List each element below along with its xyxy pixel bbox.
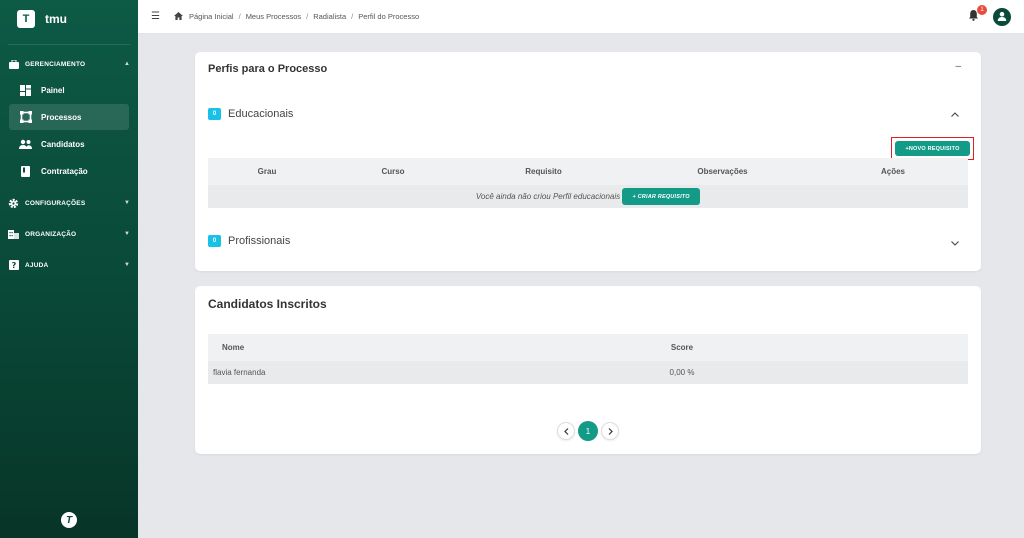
breadcrumb-current: Perfil do Processo (358, 12, 420, 21)
sidebar: T tmu GERENCIAMENTO ▲ Painel Processos C… (0, 0, 138, 538)
process-icon (19, 111, 32, 124)
sidebar-item-painel[interactable]: Painel (9, 77, 129, 103)
sidebar-group-organizacao[interactable]: ORGANIZAÇÃO ▼ (0, 225, 138, 243)
sidebar-item-processos[interactable]: Processos (9, 104, 129, 130)
book-icon (19, 165, 32, 178)
create-requirement-button[interactable]: + CRIAR REQUISITO (622, 188, 701, 205)
breadcrumb-separator: / (351, 12, 354, 21)
topbar: ☰ Página Inicial / Meus Processos / Radi… (138, 0, 1024, 34)
sidebar-item-contratacao[interactable]: Contratação (9, 158, 129, 184)
table-header: Nome Score (208, 334, 968, 361)
next-page-button[interactable] (601, 422, 619, 440)
chevron-down-icon[interactable] (951, 239, 959, 248)
section-educacionais[interactable]: 0 Educacionais (208, 108, 293, 120)
empty-state-text: Você ainda não criou Perfil educacionais (475, 192, 621, 201)
sidebar-item-label: Processos (41, 112, 82, 122)
sidebar-group-gerenciamento[interactable]: GERENCIAMENTO ▲ (0, 55, 138, 73)
sidebar-item-label: Candidatos (41, 139, 85, 149)
column-header-score: Score (670, 343, 694, 352)
sidebar-item-candidatos[interactable]: Candidatos (9, 131, 129, 157)
breadcrumb: Página Inicial / Meus Processos / Radial… (173, 11, 420, 22)
briefcase-icon (8, 59, 19, 70)
column-header-observacoes: Observações (697, 167, 748, 176)
breadcrumb-radialista[interactable]: Radialista (313, 12, 346, 21)
column-header-grau: Grau (257, 167, 277, 176)
svg-text:?: ? (11, 261, 16, 270)
candidate-name: flavia fernanda (213, 368, 266, 377)
minimize-icon[interactable]: – (955, 61, 961, 72)
sidebar-group-ajuda[interactable]: ? AJUDA ▼ (0, 256, 138, 274)
page-current[interactable]: 1 (578, 421, 598, 441)
candidates-card: Candidatos Inscritos Nome Score flavia f… (195, 286, 981, 454)
sidebar-group-label: ORGANIZAÇÃO (25, 230, 77, 238)
previous-page-button[interactable] (557, 422, 575, 440)
candidate-score: 0,00 % (669, 368, 695, 377)
table-header: Grau Curso Requisito Observações Ações (208, 158, 968, 185)
breadcrumb-home[interactable]: Página Inicial (189, 12, 234, 21)
notification-button[interactable]: 1 (967, 5, 987, 24)
brand[interactable]: T tmu (0, 0, 138, 38)
brand-name: tmu (45, 12, 67, 26)
pagination: 1 (557, 421, 619, 441)
people-icon (19, 138, 32, 151)
dashboard-icon (19, 84, 32, 97)
user-avatar[interactable] (993, 8, 1011, 26)
breadcrumb-meus-processos[interactable]: Meus Processos (246, 12, 301, 21)
sidebar-item-label: Painel (41, 85, 65, 95)
count-badge: 0 (208, 235, 221, 247)
new-requirement-button[interactable]: +NOVO REQUISITO (895, 141, 970, 156)
caret-down-icon: ▼ (124, 262, 130, 268)
empty-state-row: Você ainda não criou Perfil educacionais… (208, 185, 968, 208)
table-row[interactable]: flavia fernanda 0,00 % (208, 361, 968, 384)
column-header-acoes: Ações (880, 167, 905, 176)
brand-logo: T (17, 10, 35, 28)
help-icon: ? (8, 260, 19, 271)
menu-toggle-icon[interactable]: ☰ (151, 11, 160, 22)
topbar-actions: 1 (967, 5, 1011, 26)
profiles-card: Perfis para o Processo – 0 Educacionais … (195, 52, 981, 271)
breadcrumb-separator: / (238, 12, 241, 21)
sidebar-group-label: GERENCIAMENTO (25, 60, 86, 68)
user-icon (997, 8, 1007, 26)
section-label: Educacionais (228, 108, 294, 120)
notification-badge: 1 (977, 5, 987, 15)
brand-divider (8, 44, 130, 45)
caret-up-icon: ▲ (124, 61, 130, 67)
sidebar-group-label: AJUDA (25, 261, 49, 269)
new-requirement-highlight: +NOVO REQUISITO (891, 137, 974, 160)
chevron-up-icon[interactable] (951, 110, 959, 119)
section-profissionais[interactable]: 0 Profissionais (208, 235, 290, 247)
building-icon (8, 229, 19, 240)
card-title: Candidatos Inscritos (208, 297, 327, 311)
caret-down-icon: ▼ (124, 200, 130, 206)
breadcrumb-separator: / (306, 12, 309, 21)
column-header-nome: Nome (222, 343, 245, 352)
count-badge: 0 (208, 108, 221, 120)
sidebar-group-configuracoes[interactable]: CONFIGURAÇÕES ▼ (0, 194, 138, 212)
column-header-requisito: Requisito (525, 167, 562, 176)
footer-logo: T (61, 512, 77, 528)
sidebar-item-label: Contratação (41, 166, 88, 176)
gear-icon (8, 198, 19, 209)
candidates-table: Nome Score flavia fernanda 0,00 % (208, 334, 968, 384)
caret-down-icon: ▼ (124, 231, 130, 237)
column-header-curso: Curso (381, 167, 405, 176)
sidebar-group-label: CONFIGURAÇÕES (25, 199, 86, 207)
card-title: Perfis para o Processo (208, 63, 328, 75)
section-label: Profissionais (228, 235, 291, 247)
educational-table: Grau Curso Requisito Observações Ações V… (208, 158, 968, 208)
home-icon[interactable] (173, 11, 183, 22)
